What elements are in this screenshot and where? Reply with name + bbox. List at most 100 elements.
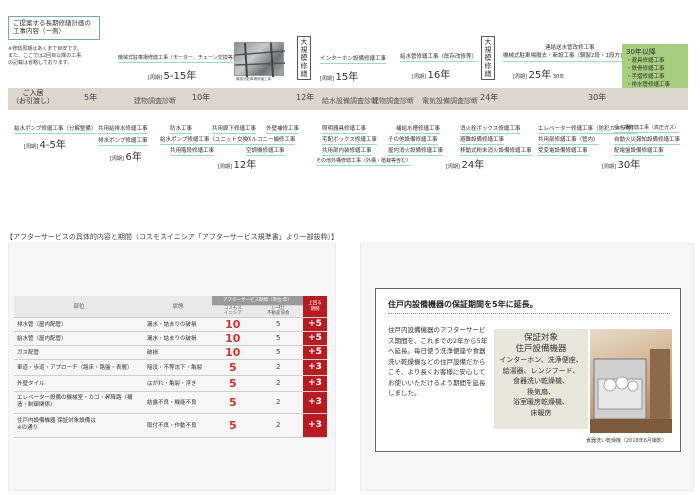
cycle-label: [周期]	[446, 164, 460, 170]
below-group-5: 給水ポンプ修繕工事（分解整備） [周期] 4-5年	[14, 124, 97, 151]
work-item: その他外構修繕工事（外構・植栽等含む）	[316, 158, 412, 166]
target-title: 保証対象 住戸設備機器	[515, 333, 567, 354]
cycle-value: 4-5年	[39, 140, 66, 151]
cycle: [周期] 6年	[110, 148, 148, 163]
milestone-5: 5年	[84, 93, 98, 102]
cell-general: 5	[253, 331, 303, 346]
milestone-10: 10年	[192, 93, 211, 102]
table-row: エレベーター設備の機械室・カゴ・昇降路（構造・制御関係） 結露不良・機能不良 5…	[14, 391, 327, 414]
cell-diff: +5	[303, 317, 327, 332]
cycle-label: [周期]	[320, 76, 334, 82]
header-state: 状態	[144, 296, 212, 318]
work-item: 受変電設備修繕工事	[538, 148, 588, 156]
work-item: 防水工事	[170, 126, 193, 134]
header-part: 部位	[14, 296, 144, 318]
cell-cosmos: 5	[212, 375, 254, 392]
cell-general: 5	[253, 345, 303, 360]
work-item: 屋内消火設備修繕工事	[388, 148, 444, 156]
work-item: 宅配ボックス修繕工事	[322, 137, 377, 145]
target-item: 浴室暖房乾燥機、	[513, 398, 569, 406]
phase-label: 建物調査診断	[372, 97, 414, 105]
cell-part: ガス配管	[14, 345, 144, 360]
milestone-24: 24年	[480, 93, 499, 102]
work-item: 照明器具修繕工事	[322, 126, 367, 134]
cell-general: 2	[253, 413, 303, 438]
phase-label: 建物調査診断	[134, 97, 176, 105]
cell-cosmos: 10	[212, 317, 254, 332]
cycle: [周期] 15年	[320, 68, 386, 83]
section-title: 【アフターサービスの具体的内容と期間（コスモスイニシア「アフターサービス規準書」…	[6, 233, 339, 241]
major-repair-marker-12: 大規模修繕	[297, 36, 311, 80]
parking-structure-icon	[234, 42, 286, 78]
cell-diff: +3	[303, 359, 327, 376]
table-row: 住戸内設備機器 保証対象設備は ※の通り 取付不良・作動不良 5 2 +3	[14, 413, 327, 438]
work-item: 連結送水管改修工事 機械式駐車場撤去・新設工事（鋼製2段・1段方式等）	[503, 44, 637, 62]
work-item: 共用給排水修繕工事	[98, 126, 148, 134]
cycle: [周期] 25年 30年	[513, 66, 637, 81]
parking-photo	[234, 42, 286, 78]
cycle-label: [周期]	[24, 144, 38, 150]
header-general: (一社) 不動産協会	[253, 305, 303, 318]
cell-state: 陥没・不等沈下・亀裂	[144, 359, 212, 376]
work-item: その他設備修繕工事	[388, 137, 438, 145]
cell-general: 5	[253, 317, 303, 332]
work-item: 排水ポンプ修繕工事	[98, 138, 148, 146]
table-row: ガス配管 破損 10 5 +5	[14, 345, 327, 360]
cell-general: 2	[253, 359, 303, 376]
cycle: [周期] 5-15年	[148, 67, 238, 82]
intro-title: ご提案する長期修繕計画の 工事内容（一例）	[13, 19, 91, 35]
work-item: 空調機修繕工事	[246, 148, 285, 156]
above-item-parking: 機械式駐車場修繕工事（モーター、チェーン交換等） [周期] 5-15年	[118, 54, 238, 82]
intro-note: ※修繕周期はあくまで目安です。 また、ここでは2回目以降の工事 の記載は省略して…	[8, 46, 82, 66]
phase-label: 給水設備調査診断	[322, 97, 378, 105]
cell-part: 外壁タイル	[14, 375, 144, 392]
work-item: 外壁補修工事	[266, 126, 300, 134]
work-item: 避難設備修繕工事	[460, 137, 505, 145]
work-item: 共用廊下修繕工事	[212, 126, 257, 134]
cycle-label: [周期]	[110, 156, 124, 162]
cycle: [周期] 12年	[218, 156, 256, 171]
intro-box: ご提案する長期修繕計画の 工事内容（一例）	[8, 16, 100, 40]
milestone-30: 30年	[588, 93, 607, 102]
cell-state: 破損	[144, 345, 212, 360]
cycle-value: 16年	[427, 70, 451, 81]
after-service-table: 部位 状態 アフターサービス期間（単位:年） 上回る 期間 コスモス イニシア …	[14, 296, 327, 438]
header-diff: 上回る 期間	[303, 296, 327, 318]
work-item: バルコニー補修工事	[246, 137, 296, 145]
photo-caption-dishwasher: 食器洗い乾燥機（2018年6月撮影）	[586, 438, 667, 444]
milestone-12: 12年	[296, 93, 315, 102]
cell-diff: +3	[303, 413, 327, 438]
cycle-label: [周期]	[218, 164, 232, 170]
warranty-card: 住戸内設備機器の保証期間を5年に延長。 住戸内設備機器のアフターサービス期間を、…	[375, 288, 681, 452]
cycle: [周期] 30年	[602, 156, 640, 171]
cell-part: 住戸内設備機器 保証対象設備は ※の通り	[14, 413, 144, 438]
work-item: 共用部内装修繕工事	[322, 148, 372, 156]
work-item: 移動式粉末消火設備修繕工事	[460, 148, 532, 156]
dishwasher-photo	[590, 329, 672, 433]
work-item: 自動火災報知設備修繕工事	[614, 137, 681, 145]
cycle: [周期] 24年	[446, 156, 484, 171]
work-item: 機械式駐車場修繕工事（モーター、チェーン交換等）	[118, 55, 238, 63]
cycle-value: 5-15年	[163, 71, 197, 82]
cycle-label: [周期]	[602, 164, 616, 170]
cycle-value: 6年	[125, 152, 142, 163]
cell-general: 2	[253, 375, 303, 392]
cycle-value: 30年	[617, 160, 641, 171]
cell-cosmos: 5	[212, 359, 254, 376]
cycle-label: [周期]	[513, 74, 527, 80]
cell-cosmos: 5	[212, 413, 254, 438]
header-period: アフターサービス期間（単位:年）	[212, 296, 303, 306]
after-30-item: ・避具修繕工事	[626, 58, 665, 64]
cell-cosmos: 10	[212, 331, 254, 346]
cell-part: 排水管（屋内配管）	[14, 317, 144, 332]
work-item: 補給水槽修繕工事	[396, 126, 441, 134]
cell-cosmos: 10	[212, 345, 254, 360]
heading-underline	[388, 313, 670, 314]
cell-part: 車道・歩道・アプローチ（路床・路盤・表層）	[14, 359, 144, 376]
target-box: 保証対象 住戸設備機器 インターホン、洗浄便座、 給湯器、レンジフード、 食器洗…	[494, 329, 588, 429]
phase-label: 電気設備調査診断	[422, 97, 478, 105]
cycle-value: 25年	[528, 70, 552, 81]
target-item: 床暖房	[530, 408, 552, 417]
after-30-item: ・鉄骨修繕工事	[626, 66, 665, 72]
above-item-watersupply: 給水管修繕工事（既存改修等） [周期] 16年	[400, 52, 478, 81]
